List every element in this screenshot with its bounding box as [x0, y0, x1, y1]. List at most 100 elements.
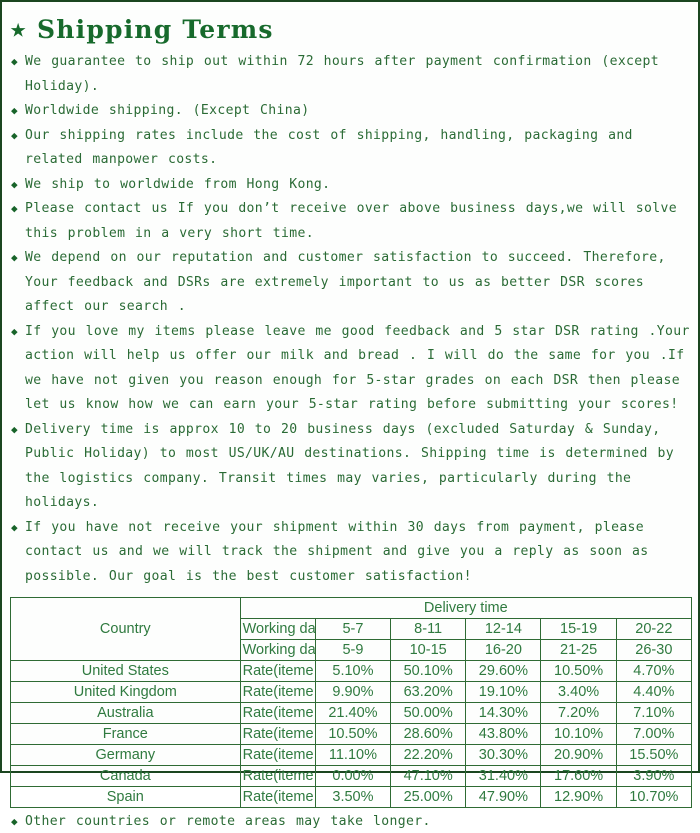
table-header-working-days-range-2: 8-11	[390, 618, 467, 640]
term-item: ◆ Our shipping rates include the cost of …	[11, 124, 692, 173]
table-cell-rate-label: Rate(iteme arrived)	[239, 744, 316, 766]
term-text: Our shipping rates include the cost of s…	[25, 127, 633, 168]
table-cell-rate-1: 3.50%	[314, 786, 392, 808]
table-header-working-days-range-4: 15-19	[540, 618, 617, 640]
table-cell-rate-3: 31.40%	[465, 765, 542, 787]
term-item: ◆ We ship to worldwide from Hong Kong.	[11, 173, 692, 198]
table-cell-rate-2: 22.20%	[390, 744, 467, 766]
table-cell-rate-1: 11.10%	[314, 744, 392, 766]
table-row: Spain Rate(iteme arrived) 3.50% 25.00% 4…	[10, 786, 693, 808]
table-header-weekend-range-1: 5-9	[314, 639, 392, 661]
term-item: ◆ If you have not receive your shipment w…	[11, 516, 692, 590]
term-text: We ship to worldwide from Hong Kong.	[25, 176, 331, 192]
table-cell-rate-3: 29.60%	[465, 660, 542, 682]
table-header-working-days-range-5: 20-22	[615, 618, 693, 640]
term-text: We depend on our reputation and customer…	[25, 250, 666, 314]
table-cell-rate-4: 12.90%	[540, 786, 617, 808]
table-header-weekend-range-4: 21-25	[540, 639, 617, 661]
diamond-bullet-icon: ◆	[11, 55, 18, 68]
table-cell-rate-label: Rate(iteme arrived)	[239, 702, 316, 724]
table-cell-rate-4: 10.50%	[540, 660, 617, 682]
table-header-working-days-range-1: 5-7	[314, 618, 392, 640]
table-cell-country: United States	[10, 660, 241, 682]
diamond-bullet-icon: ◆	[11, 422, 18, 436]
star-icon: ★	[10, 13, 27, 44]
diamond-bullet-icon: ◆	[11, 128, 18, 142]
table-cell-rate-1: 9.90%	[314, 681, 392, 703]
term-text: We guarantee to ship out within 72 hours…	[25, 54, 659, 94]
table-cell-rate-1: 5.10%	[314, 660, 392, 682]
term-text: Please contact us If you don’t receive o…	[25, 201, 677, 241]
table-cell-rate-2: 47.10%	[390, 765, 467, 787]
term-item: ◆ Worldwide shipping. (Except China)	[11, 99, 692, 124]
term-item: ◆ Delivery time is approx 10 to 20 busine…	[11, 418, 692, 516]
table-cell-rate-3: 43.80%	[465, 723, 542, 745]
table-header-row-delivery: Country Delivery time	[10, 597, 693, 661]
shipping-terms-page: ★ Shipping Terms ◆ We guarantee to ship o…	[0, 0, 700, 829]
table-cell-rate-3: 19.10%	[465, 681, 542, 703]
table-cell-rate-3: 14.30%	[465, 702, 542, 724]
table-cell-rate-2: 63.20%	[390, 681, 467, 703]
table-header-working-days-range-3: 12-14	[465, 618, 542, 640]
term-item: ◆ If you love my items please leave me go…	[11, 320, 692, 418]
table-cell-rate-4: 3.40%	[540, 681, 617, 703]
table-cell-country: Spain	[10, 786, 241, 808]
table-cell-rate-2: 25.00%	[390, 786, 467, 808]
term-item: ◆ Please contact us If you don’t receive …	[11, 197, 692, 246]
table-cell-rate-5: 10.70%	[615, 786, 693, 808]
table-cell-rate-4: 10.10%	[540, 723, 617, 745]
delivery-rate-table-wrapper: Country Delivery time Working days 5-7 8…	[2, 589, 698, 808]
table-row: United Kingdom Rate(iteme arrived) 9.90%…	[10, 681, 693, 703]
table-row: Australia Rate(iteme arrived) 21.40% 50.…	[10, 702, 693, 724]
table-cell-rate-5: 7.00%	[615, 723, 693, 745]
term-text: Worldwide shipping. (Except China)	[25, 103, 310, 118]
table-cell-rate-label: Rate(iteme arrived)	[239, 681, 316, 703]
table-header-country: Country	[10, 597, 241, 661]
table-row: Canada Rate(iteme arrived) 0.00% 47.10% …	[10, 765, 693, 787]
footer-note: ◆ Other countries or remote areas may tak…	[2, 808, 698, 833]
term-item: ◆ We depend on our reputation and custome…	[11, 246, 692, 320]
table-cell-rate-2: 50.00%	[390, 702, 467, 724]
table-cell-rate-label: Rate(iteme arrived)	[239, 660, 316, 682]
terms-list: ◆ We guarantee to ship out within 72 hour…	[2, 46, 698, 589]
table-cell-rate-4: 20.90%	[540, 744, 617, 766]
diamond-bullet-icon: ◆	[11, 520, 18, 534]
diamond-bullet-icon: ◆	[11, 202, 18, 215]
table-cell-rate-5: 4.70%	[615, 660, 693, 682]
diamond-bullet-icon: ◆	[11, 104, 18, 117]
table-header-weekend-range-3: 16-20	[465, 639, 542, 661]
table-cell-rate-5: 15.50%	[615, 744, 693, 766]
table-cell-rate-3: 30.30%	[465, 744, 542, 766]
diamond-bullet-icon: ◆	[11, 177, 18, 191]
page-title-text: Shipping Terms	[37, 14, 274, 44]
table-cell-country: France	[10, 723, 241, 745]
diamond-bullet-icon: ◆	[11, 815, 18, 828]
footer-note-text: Other countries or remote areas may take…	[25, 814, 431, 829]
table-cell-rate-1: 21.40%	[314, 702, 392, 724]
term-text: If you have not receive your shipment wi…	[25, 519, 649, 584]
table-cell-rate-1: 0.00%	[314, 765, 392, 787]
table-cell-country: Germany	[10, 744, 241, 766]
diamond-bullet-icon: ◆	[11, 324, 18, 338]
delivery-rate-table: Country Delivery time Working days 5-7 8…	[10, 597, 693, 808]
table-cell-rate-2: 28.60%	[390, 723, 467, 745]
table-header-working-days: Working days	[239, 618, 316, 640]
term-item: ◆ We guarantee to ship out within 72 hour…	[11, 50, 692, 99]
table-cell-country: Australia	[10, 702, 241, 724]
table-cell-rate-3: 47.90%	[465, 786, 542, 808]
table-header-working-days-weekend: Working days+Saturday+Sunday	[239, 639, 316, 661]
table-cell-rate-1: 10.50%	[314, 723, 392, 745]
table-row: United States Rate(iteme arrived) 5.10% …	[10, 660, 693, 682]
table-cell-country: United Kingdom	[10, 681, 241, 703]
table-header-weekend-range-5: 26-30	[615, 639, 693, 661]
table-cell-rate-5: 3.90%	[615, 765, 693, 787]
table-header-weekend-range-2: 10-15	[390, 639, 467, 661]
table-cell-rate-4: 17.60%	[540, 765, 617, 787]
table-cell-rate-5: 7.10%	[615, 702, 693, 724]
table-header-delivery-time: Delivery time	[239, 597, 693, 619]
page-title: ★ Shipping Terms	[2, 2, 698, 46]
diamond-bullet-icon: ◆	[11, 251, 18, 264]
table-cell-rate-5: 4.40%	[615, 681, 693, 703]
term-text: If you love my items please leave me goo…	[25, 323, 690, 413]
table-row: France Rate(iteme arrived) 10.50% 28.60%…	[10, 723, 693, 745]
